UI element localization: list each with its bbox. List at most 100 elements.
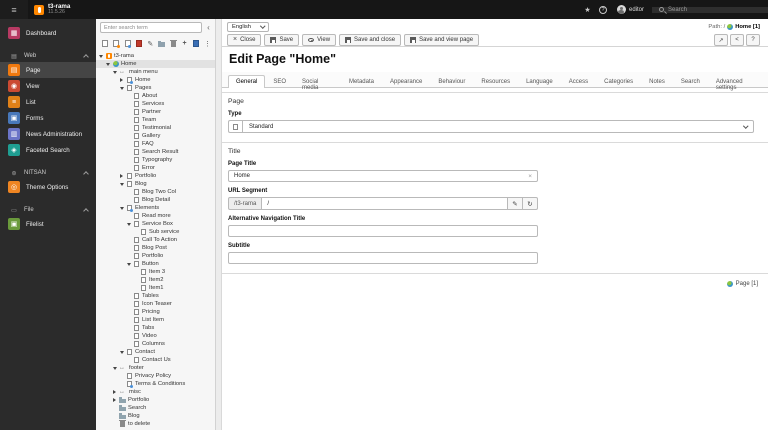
view-button[interactable]: View: [302, 34, 336, 46]
delete-icon[interactable]: [169, 39, 176, 48]
alternative-navigation-title-input[interactable]: [228, 225, 538, 237]
sidebar-section-nitsan[interactable]: ⊛NITSAN: [0, 167, 96, 179]
menu-toggle-button[interactable]: ≡: [0, 0, 28, 19]
open-in-new-window-button[interactable]: ↗: [714, 34, 728, 46]
user-avatar[interactable]: [617, 5, 626, 14]
path-page-link[interactable]: Home [1]: [735, 24, 760, 30]
tree-node-service-box[interactable]: Service Box: [96, 220, 215, 228]
close-button[interactable]: ×Close: [227, 34, 261, 46]
tab-notes[interactable]: Notes: [641, 75, 673, 88]
tree-node-t3-rama[interactable]: t3-rama: [96, 52, 215, 60]
sidebar-item-news-administration[interactable]: ▥News Administration: [0, 126, 96, 142]
tree-node-blog[interactable]: Blog: [96, 412, 215, 420]
global-search-input[interactable]: Search: [652, 7, 768, 13]
sidebar-item-theme-options[interactable]: ◎Theme Options: [0, 179, 96, 195]
tab-appearance[interactable]: Appearance: [382, 75, 430, 88]
sidebar-item-forms[interactable]: ▣Forms: [0, 110, 96, 126]
tree-node-contact[interactable]: Contact: [96, 348, 215, 356]
tree-node-terms-conditions[interactable]: Terms & Conditions: [96, 380, 215, 388]
tree-node-search-result[interactable]: Search Result: [96, 148, 215, 156]
tree-node-item2[interactable]: Item2: [96, 276, 215, 284]
help-icon[interactable]: ?: [599, 6, 607, 14]
bookmark-star-icon[interactable]: ★: [580, 6, 595, 14]
save-button[interactable]: Save: [264, 34, 299, 46]
page-title-input[interactable]: Home ×: [228, 170, 538, 182]
tab-access[interactable]: Access: [561, 75, 596, 88]
tab-general[interactable]: General: [228, 75, 265, 88]
tree-node-privacy-policy[interactable]: Privacy Policy: [96, 372, 215, 380]
tree-node-video[interactable]: Video: [96, 332, 215, 340]
tree-node-typography[interactable]: Typography: [96, 156, 215, 164]
sidebar-item-faceted-search[interactable]: ◈Faceted Search: [0, 142, 96, 158]
tree-expander-icon[interactable]: [126, 223, 131, 226]
sidebar-item-view[interactable]: ◉View: [0, 78, 96, 94]
url-segment-edit-toggle-button[interactable]: ✎: [508, 197, 523, 210]
tree-node-portfolio[interactable]: Portfolio: [96, 396, 215, 404]
clear-icon[interactable]: ×: [528, 173, 532, 180]
new-recycler-icon[interactable]: [135, 39, 142, 48]
tree-expander-icon[interactable]: [112, 367, 117, 370]
tree-expander-icon[interactable]: [98, 55, 103, 58]
tree-node-faq[interactable]: FAQ: [96, 140, 215, 148]
tab-metadata[interactable]: Metadata: [341, 75, 382, 88]
tree-expander-icon[interactable]: [119, 207, 124, 210]
tree-node-blog-two-col[interactable]: Blog Two Col: [96, 188, 215, 196]
tree-node-item-3[interactable]: Item 3: [96, 268, 215, 276]
share-button[interactable]: <: [730, 34, 744, 46]
new-shortcut-page-icon[interactable]: [112, 39, 119, 48]
tab-behaviour[interactable]: Behaviour: [430, 75, 473, 88]
tree-node-testimonial[interactable]: Testimonial: [96, 124, 215, 132]
tree-node-about[interactable]: About: [96, 92, 215, 100]
tree-node-footer[interactable]: ↔footer: [96, 364, 215, 372]
sidebar-item-filelist[interactable]: ▣Filelist: [0, 216, 96, 232]
edit-icon[interactable]: ✎: [147, 39, 154, 48]
tree-node-sub-service[interactable]: Sub service: [96, 228, 215, 236]
tree-node-call-to-action[interactable]: Call To Action: [96, 236, 215, 244]
tree-node-blog-detail[interactable]: Blog Detail: [96, 196, 215, 204]
tree-node-blog-post[interactable]: Blog Post: [96, 244, 215, 252]
tree-node-to-delete[interactable]: to delete: [96, 420, 215, 428]
tree-node-elements[interactable]: Elements: [96, 204, 215, 212]
tree-node-item1[interactable]: Item1: [96, 284, 215, 292]
tree-node-icon-teaser[interactable]: Icon Teaser: [96, 300, 215, 308]
language-select[interactable]: English: [227, 22, 269, 32]
tree-collapse-button[interactable]: ‹: [204, 22, 213, 33]
tree-node-columns[interactable]: Columns: [96, 340, 215, 348]
tree-node-read-more[interactable]: Read more: [96, 212, 215, 220]
tree-node-services[interactable]: Services: [96, 100, 215, 108]
tab-search[interactable]: Search: [673, 75, 708, 88]
user-name[interactable]: editor: [629, 7, 644, 13]
tree-node-search[interactable]: Search: [96, 404, 215, 412]
tree-node-main-menu[interactable]: ↔main menu: [96, 68, 215, 76]
tab-advanced-settings[interactable]: Advanced settings: [708, 75, 768, 88]
tab-social-media[interactable]: Social media: [294, 75, 341, 88]
sidebar-item-page[interactable]: ▤Page: [0, 62, 96, 78]
more-options-icon[interactable]: ⋮: [204, 39, 211, 48]
new-link-page-icon[interactable]: [124, 39, 131, 48]
tree-expander-icon[interactable]: [112, 398, 117, 402]
tree-node-tables[interactable]: Tables: [96, 292, 215, 300]
tree-node-list-item[interactable]: List Item: [96, 316, 215, 324]
new-page-icon[interactable]: [101, 39, 108, 48]
tree-expander-icon[interactable]: [112, 71, 117, 74]
tree-search-input[interactable]: Enter search term: [100, 22, 202, 33]
tree-node-gallery[interactable]: Gallery: [96, 132, 215, 140]
subtitle-input[interactable]: [228, 252, 538, 264]
tree-node-portfolio[interactable]: Portfolio: [96, 172, 215, 180]
new-folder-icon[interactable]: [158, 39, 165, 48]
tree-node-misc[interactable]: ↔misc: [96, 388, 215, 396]
sidebar-section-file[interactable]: ▭File: [0, 204, 96, 216]
tree-expander-icon[interactable]: [119, 183, 124, 186]
tree-node-partner[interactable]: Partner: [96, 108, 215, 116]
tree-expander-icon[interactable]: [105, 63, 110, 66]
tree-expander-icon[interactable]: [112, 390, 117, 394]
sidebar-section-web[interactable]: ▤Web: [0, 50, 96, 62]
tree-expander-icon[interactable]: [119, 174, 124, 178]
tree-node-team[interactable]: Team: [96, 116, 215, 124]
tree-expander-icon[interactable]: [119, 87, 124, 90]
tab-seo[interactable]: SEO: [265, 75, 294, 88]
move-icon[interactable]: +: [181, 39, 188, 48]
page-type-select[interactable]: Standard: [242, 120, 754, 133]
save-and-view-page-button[interactable]: Save and view page: [404, 34, 479, 46]
help-button[interactable]: ?: [746, 34, 760, 46]
